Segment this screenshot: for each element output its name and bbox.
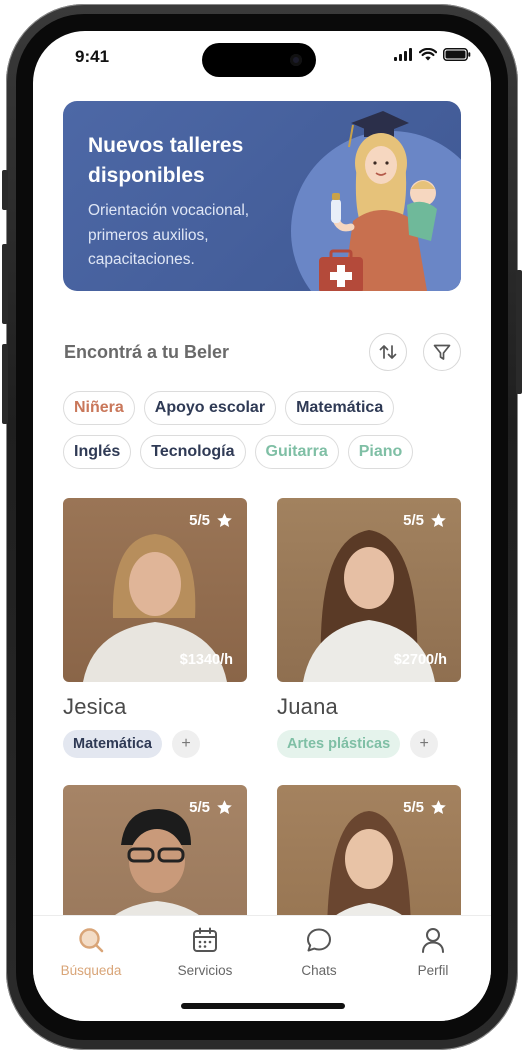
banner-title: Nuevos talleres disponibles [88,134,244,187]
more-skills-button[interactable]: + [171,730,200,758]
tab-label: Servicios [177,963,233,978]
hourly-price: $2700/h [393,652,447,668]
star-icon [431,513,446,527]
category-chips: Niñera Apoyo escolar Matemática Inglés T… [63,391,463,469]
tab-chats[interactable]: Chats [269,926,369,978]
status-time: 9:41 [75,47,110,66]
rating: 5/5 [403,799,447,816]
wifi-icon [419,48,437,61]
tab-label: Búsqueda [60,963,122,978]
rating-value: 5/5 [189,799,210,816]
profile-photo: 5/5 $1340/h [63,498,247,682]
filter-funnel-icon [433,344,451,360]
sort-button[interactable] [369,333,407,371]
chip-piano[interactable]: Piano [347,435,414,469]
workshops-banner[interactable]: Nuevos talleres disponibles Orientación … [63,101,461,291]
star-icon [431,800,446,814]
chip-label: Inglés [74,443,121,460]
volume-up-button [2,244,8,324]
search-section-title: Encontrá a tu Beler [64,342,230,362]
rating-value: 5/5 [403,512,424,529]
chip-label: Matemática [296,399,384,416]
teacher-illustration [319,111,437,291]
star-icon [217,800,232,814]
skill-tag[interactable]: Matemática [63,730,162,758]
rating-value: 5/5 [189,512,210,529]
chip-guitarra[interactable]: Guitarra [254,435,339,469]
search-icon [79,928,104,953]
tab-perfil[interactable]: Perfil [383,926,483,978]
home-indicator[interactable] [181,1003,345,1009]
power-button [516,270,522,394]
chip-label: Apoyo escolar [154,399,266,416]
camera-icon [290,54,302,66]
chip-matematica[interactable]: Matemática [285,391,395,425]
tab-label: Perfil [417,963,449,978]
chat-bubble-icon [307,928,331,952]
chip-ingles[interactable]: Inglés [63,435,132,469]
dynamic-island [202,43,316,77]
chip-label: Tecnología [151,443,235,460]
chip-ninera[interactable]: Niñera [63,391,135,425]
beler-card[interactable]: 5/5 $2700/h Juana Artes plásticas + [277,498,461,758]
sort-arrows-icon [379,345,397,359]
chip-label: Piano [358,443,403,460]
chip-apoyo-escolar[interactable]: Apoyo escolar [143,391,277,425]
star-icon [217,513,232,527]
rating: 5/5 [189,512,233,529]
rating: 5/5 [189,799,233,816]
skill-tag[interactable]: Artes plásticas [277,730,401,758]
chip-label: Niñera [74,399,124,416]
status-bar: 9:41 [33,31,491,87]
beler-card[interactable]: 5/5 $1340/h Jesica Matemática + [63,498,247,758]
rating: 5/5 [403,512,447,529]
profile-icon [422,928,444,953]
status-icons [394,48,471,61]
skill-tags: Matemática + [63,730,247,758]
battery-icon [443,48,471,61]
mute-switch [2,170,8,210]
calendar-icon [193,927,217,952]
volume-down-button [2,344,8,424]
chip-label: Guitarra [265,443,328,460]
tab-label: Chats [301,963,337,978]
more-skills-button[interactable]: + [410,730,439,758]
chip-tecnologia[interactable]: Tecnología [140,435,246,469]
beler-name: Jesica [63,694,127,719]
profile-photo: 5/5 $2700/h [277,498,461,682]
filter-button[interactable] [423,333,461,371]
tab-servicios[interactable]: Servicios [155,926,255,978]
signal-icon [394,48,412,61]
app-screen: 9:41 Nuevos talleres disponibles Orienta… [33,31,491,1021]
skill-tags: Artes plásticas + [277,730,461,758]
hourly-price: $1340/h [179,652,233,668]
banner-subtitle: Orientación vocacional, primeros auxilio… [88,202,250,268]
beler-name: Juana [277,694,338,719]
rating-value: 5/5 [403,799,424,816]
tab-busqueda[interactable]: Búsqueda [41,926,141,978]
